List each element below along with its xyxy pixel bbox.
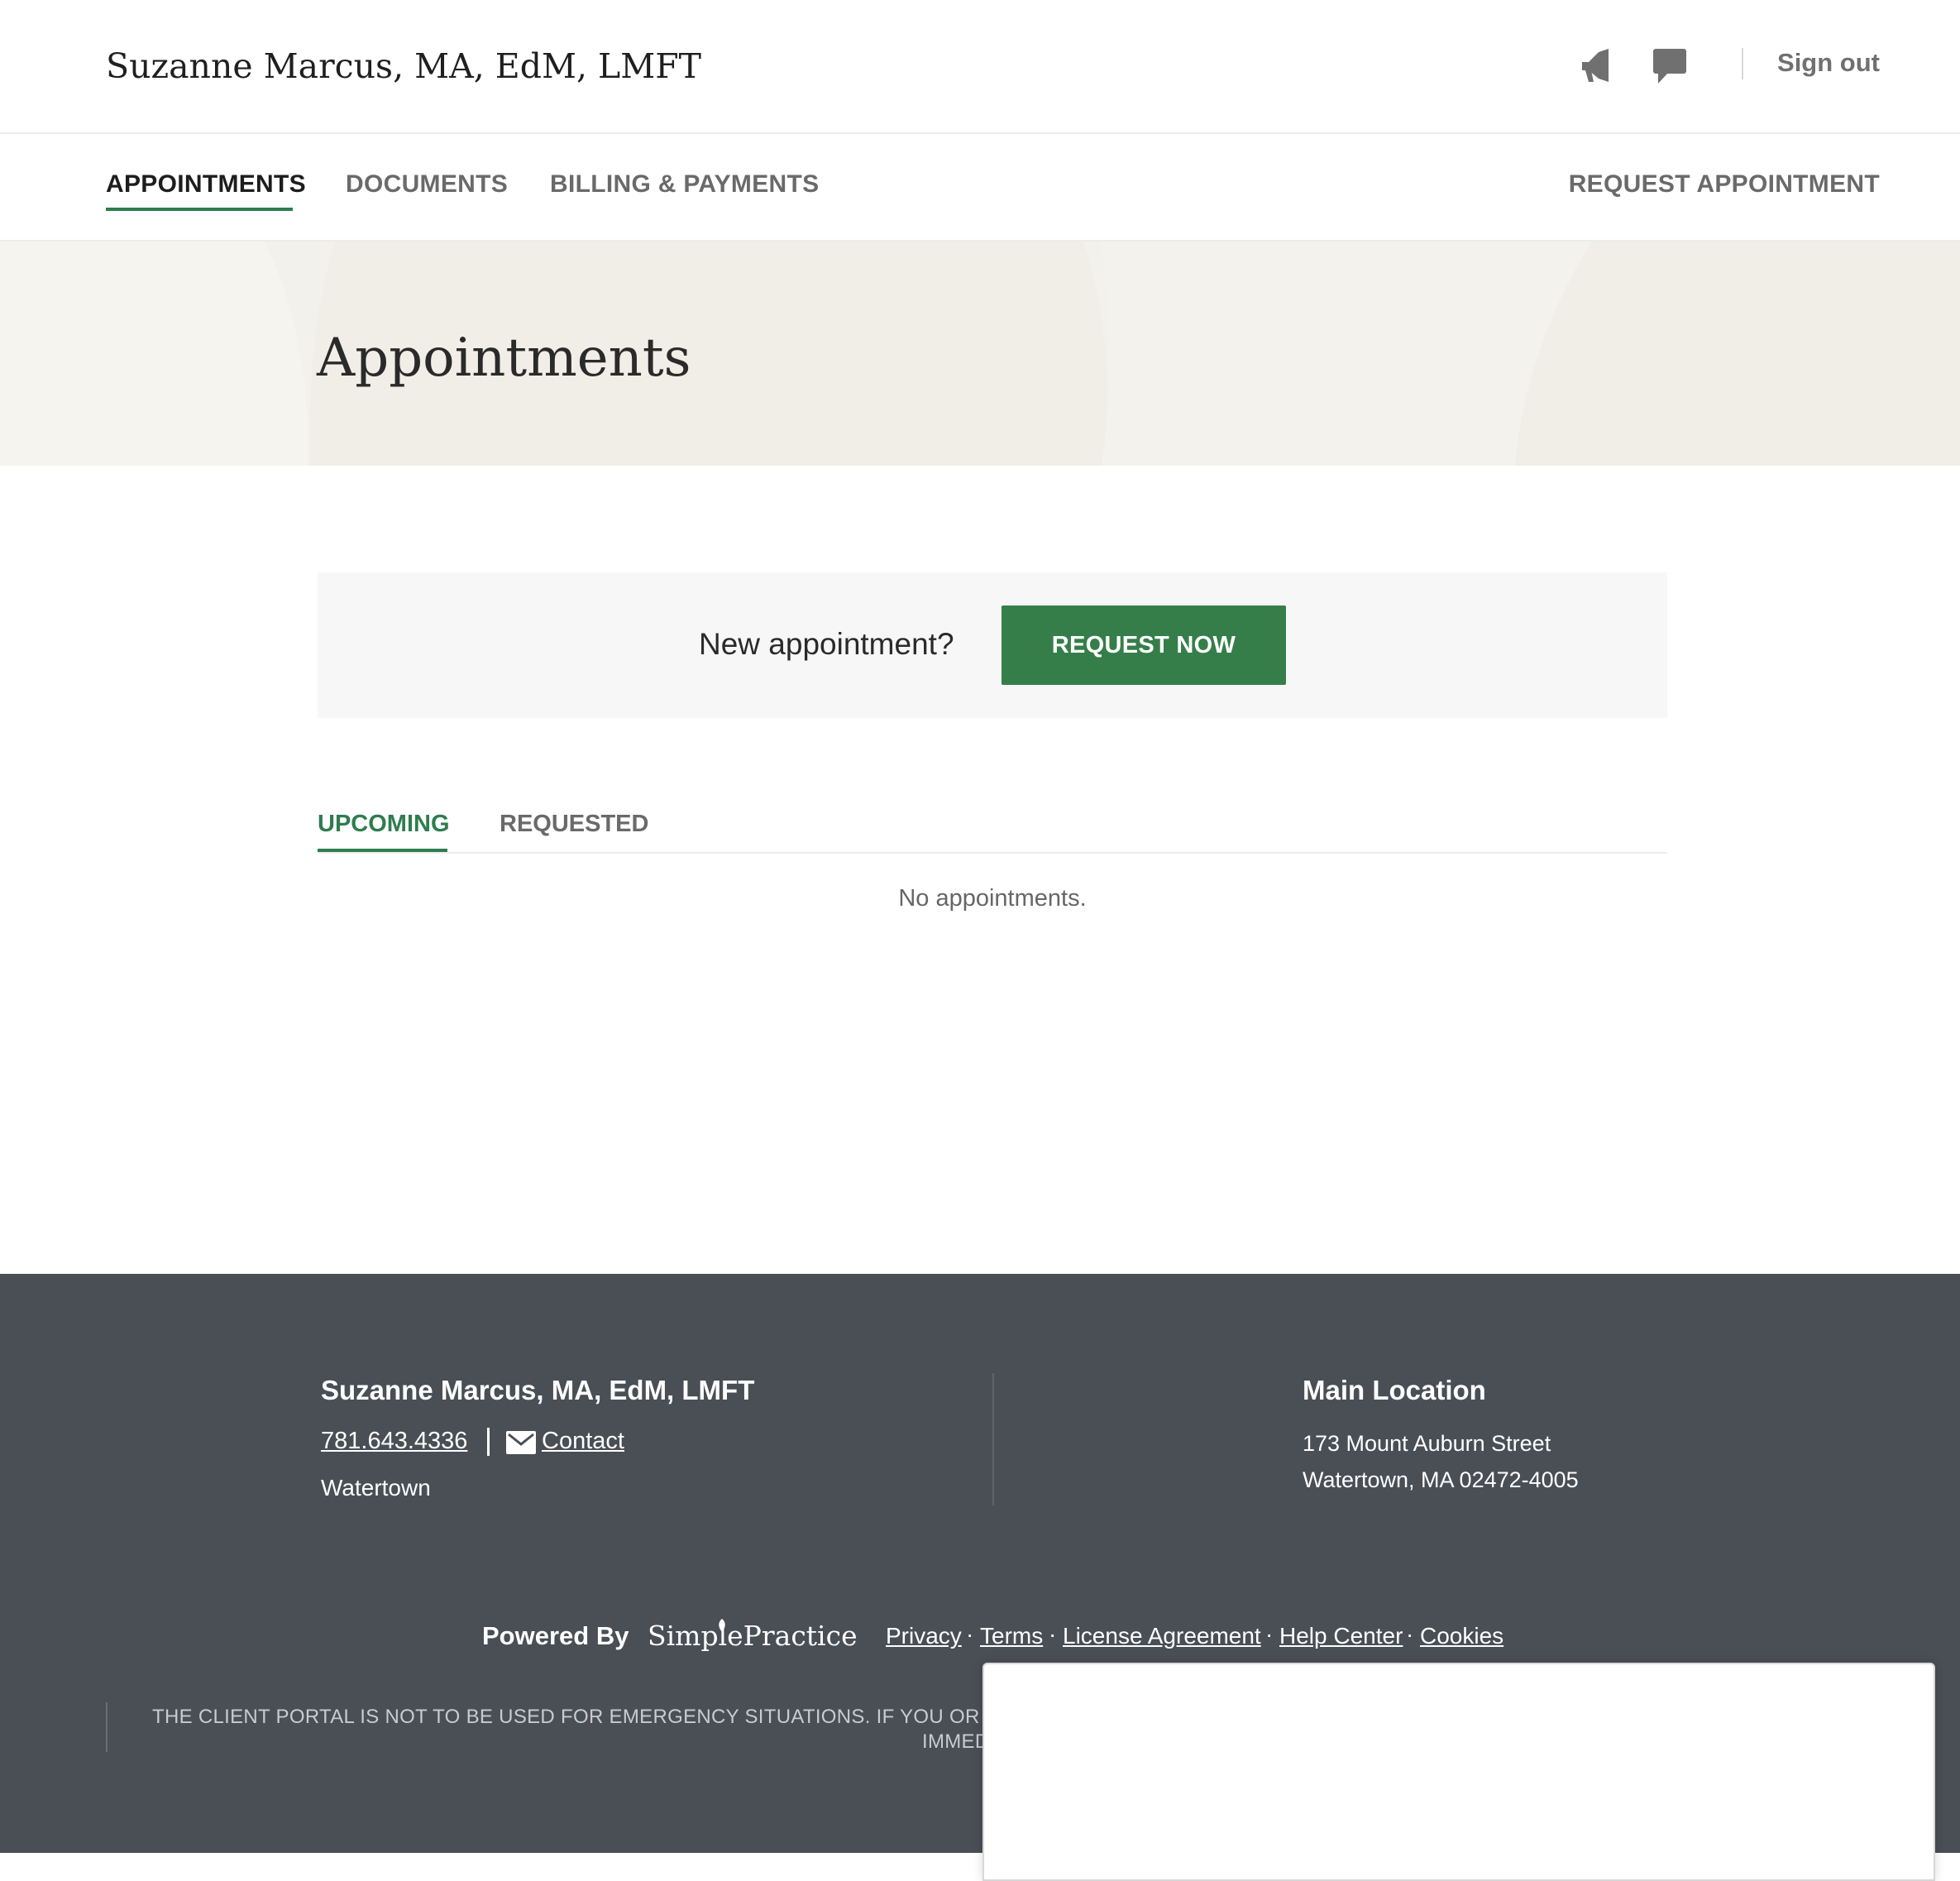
empty-state-message: No appointments.: [898, 885, 1087, 912]
emergency-disclaimer-line1: THE CLIENT PORTAL IS NOT TO BE USED FOR …: [152, 1706, 1014, 1728]
location-address-line1: 173 Mount Auburn Street: [1303, 1431, 1551, 1456]
link-separator: ·: [1049, 1621, 1057, 1647]
disclaimer-accent-bar: [106, 1702, 108, 1752]
hero-decorative-shapes: [0, 242, 1960, 466]
tab-upcoming[interactable]: UPCOMING: [318, 811, 450, 838]
help-center-link[interactable]: Help Center: [1279, 1623, 1403, 1649]
simplepractice-logo: SimplePractice: [648, 1620, 858, 1652]
leaf-icon: [719, 1619, 725, 1632]
active-tab-indicator: [318, 849, 447, 852]
mail-icon: [506, 1431, 536, 1454]
request-now-button[interactable]: REQUEST NOW: [1002, 605, 1286, 685]
powered-by-label: Powered By: [482, 1621, 629, 1650]
nav-appointments[interactable]: APPOINTMENTS: [106, 170, 306, 199]
cookies-link[interactable]: Cookies: [1420, 1623, 1503, 1649]
practice-name: Suzanne Marcus, MA, EdM, LMFT: [106, 46, 702, 86]
page-hero: Appointments: [0, 242, 1960, 466]
footer-separator: [487, 1428, 490, 1456]
new-appointment-banner: New appointment? REQUEST NOW: [318, 572, 1667, 718]
link-separator: ·: [1406, 1621, 1414, 1647]
new-appointment-prompt: New appointment?: [699, 627, 954, 661]
footer-city: Watertown: [321, 1475, 431, 1500]
appointment-tabs: UPCOMING REQUESTED: [318, 802, 1667, 854]
link-separator: ·: [966, 1621, 974, 1647]
privacy-link[interactable]: Privacy: [886, 1623, 962, 1649]
top-header: Suzanne Marcus, MA, EdM, LMFT Sign out: [0, 0, 1960, 134]
nav-billing-payments[interactable]: BILLING & PAYMENTS: [550, 170, 819, 199]
footer-column-divider: [992, 1373, 994, 1505]
emergency-disclaimer-line2: IMMED: [922, 1730, 990, 1753]
license-agreement-link[interactable]: License Agreement: [1063, 1623, 1261, 1649]
main-nav: APPOINTMENTS DOCUMENTS BILLING & PAYMENT…: [0, 134, 1960, 242]
megaphone-icon[interactable]: [1575, 45, 1615, 85]
nav-documents[interactable]: DOCUMENTS: [346, 170, 508, 199]
tab-requested[interactable]: REQUESTED: [500, 811, 648, 838]
sign-out-link[interactable]: Sign out: [1777, 48, 1880, 78]
link-separator: ·: [1265, 1621, 1274, 1647]
footer-contact-link[interactable]: Contact: [542, 1428, 624, 1455]
header-divider: [1742, 48, 1743, 79]
terms-link[interactable]: Terms: [980, 1623, 1043, 1649]
nav-request-appointment[interactable]: REQUEST APPOINTMENT: [1569, 170, 1880, 199]
overlay-popup-panel[interactable]: [982, 1663, 1935, 1881]
footer-phone-link[interactable]: 781.643.4336: [321, 1428, 467, 1455]
location-title: Main Location: [1303, 1375, 1486, 1405]
active-nav-indicator: [106, 208, 293, 211]
location-address-line2: Watertown, MA 02472-4005: [1303, 1467, 1579, 1492]
page-title: Appointments: [317, 328, 691, 389]
footer-practice-name: Suzanne Marcus, MA, EdM, LMFT: [321, 1375, 755, 1405]
chat-icon[interactable]: [1650, 45, 1690, 85]
